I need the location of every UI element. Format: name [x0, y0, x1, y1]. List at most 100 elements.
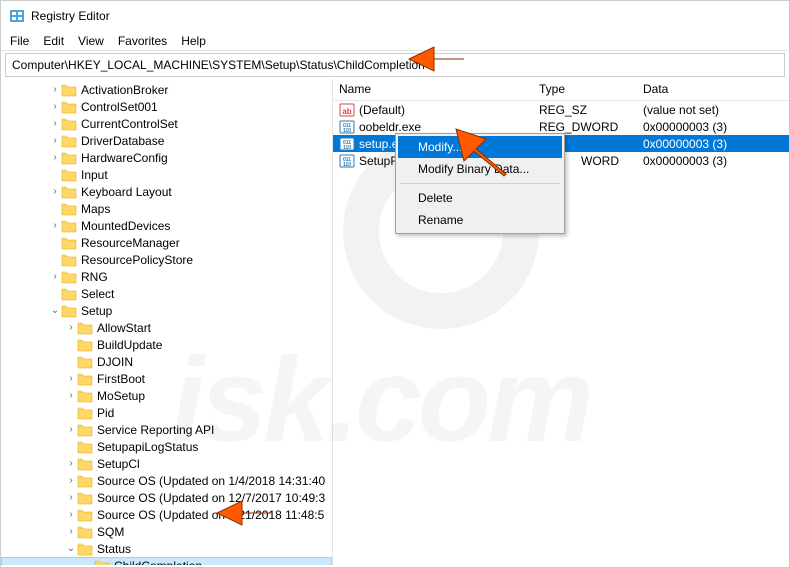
svg-text:ab: ab [342, 107, 351, 116]
folder-icon [77, 372, 93, 386]
annotation-arrow-address [399, 39, 469, 79]
ctx-delete[interactable]: Delete [398, 187, 562, 209]
chevron-right-icon[interactable]: › [49, 271, 61, 282]
tree-item-label: SetupCl [97, 457, 140, 471]
string-value-icon: ab [339, 102, 355, 118]
folder-icon [61, 219, 77, 233]
folder-icon [61, 83, 77, 97]
chevron-right-icon[interactable]: › [49, 135, 61, 146]
folder-icon [61, 151, 77, 165]
chevron-right-icon[interactable]: › [49, 186, 61, 197]
tree-item[interactable]: ›Keyboard Layout [1, 183, 332, 200]
value-name: (Default) [359, 103, 405, 117]
tree-item[interactable]: ›MoSetup [1, 387, 332, 404]
column-data[interactable]: Data [637, 79, 789, 100]
chevron-right-icon[interactable]: › [49, 152, 61, 163]
chevron-right-icon[interactable]: › [65, 322, 77, 333]
tree-item[interactable]: › SetupCl [1, 455, 332, 472]
tree-item-label: Service Reporting API [97, 423, 214, 437]
tree-item[interactable]: ChildCompletion [1, 557, 332, 565]
tree-item[interactable]: Select [1, 285, 332, 302]
value-data: 0x00000003 (3) [637, 154, 789, 168]
chevron-right-icon[interactable]: › [49, 101, 61, 112]
tree-item[interactable]: ResourceManager [1, 234, 332, 251]
svg-text:110: 110 [343, 145, 351, 151]
tree-item-label: Maps [81, 202, 110, 216]
folder-icon [77, 440, 93, 454]
chevron-right-icon[interactable]: › [65, 475, 77, 486]
tree-item[interactable]: ⌄Status [1, 540, 332, 557]
menu-bar: File Edit View Favorites Help [1, 31, 789, 51]
tree-item[interactable]: ⌄ Setup [1, 302, 332, 319]
chevron-right-icon[interactable]: › [65, 509, 77, 520]
tree-item[interactable]: BuildUpdate [1, 336, 332, 353]
title-bar: Registry Editor [1, 1, 789, 31]
column-name[interactable]: Name [333, 79, 533, 100]
tree-item[interactable]: Pid [1, 404, 332, 421]
chevron-right-icon[interactable]: › [65, 526, 77, 537]
registry-tree[interactable]: › ActivationBroker›ControlSet001›CurrentC… [1, 79, 333, 565]
tree-item-label: Setup [81, 304, 112, 318]
app-icon [9, 8, 25, 24]
chevron-right-icon[interactable]: › [65, 424, 77, 435]
chevron-right-icon[interactable]: › [65, 492, 77, 503]
tree-item-label: DriverDatabase [81, 134, 164, 148]
chevron-right-icon[interactable]: › [65, 458, 77, 469]
menu-favorites[interactable]: Favorites [111, 32, 174, 50]
chevron-right-icon[interactable]: › [49, 220, 61, 231]
ctx-rename[interactable]: Rename [398, 209, 562, 231]
tree-item-label: ResourcePolicyStore [81, 253, 193, 267]
tree-item[interactable]: Input [1, 166, 332, 183]
chevron-right-icon[interactable]: › [65, 390, 77, 401]
tree-item[interactable]: ›Source OS (Updated on 12/7/2017 10:49:3 [1, 489, 332, 506]
column-type[interactable]: Type [533, 79, 637, 100]
tree-item[interactable]: ›CurrentControlSet [1, 115, 332, 132]
folder-icon [77, 525, 93, 539]
value-data: 0x00000003 (3) [637, 120, 789, 134]
tree-item[interactable]: › DriverDatabase [1, 132, 332, 149]
menu-help[interactable]: Help [174, 32, 213, 50]
folder-icon [61, 304, 77, 318]
value-type: REG_SZ [533, 103, 637, 117]
value-data: 0x00000003 (3) [637, 137, 789, 151]
tree-item[interactable]: ResourcePolicyStore [1, 251, 332, 268]
tree-item[interactable]: › Service Reporting API [1, 421, 332, 438]
svg-text:110: 110 [343, 162, 351, 168]
tree-item[interactable]: ›AllowStart [1, 319, 332, 336]
folder-icon [61, 117, 77, 131]
menu-view[interactable]: View [71, 32, 111, 50]
tree-item[interactable]: ›Source OS (Updated on 5/21/2018 11:48:5 [1, 506, 332, 523]
list-row[interactable]: ab(Default)REG_SZ(value not set) [333, 101, 789, 118]
tree-item[interactable]: ›MountedDevices [1, 217, 332, 234]
tree-item[interactable]: DJOIN [1, 353, 332, 370]
chevron-down-icon[interactable]: ⌄ [65, 543, 77, 554]
chevron-right-icon[interactable]: › [65, 373, 77, 384]
address-bar[interactable]: Computer\HKEY_LOCAL_MACHINE\SYSTEM\Setup… [5, 53, 785, 77]
annotation-arrow-childcompletion [207, 493, 277, 533]
folder-icon [61, 253, 77, 267]
tree-item[interactable]: ›FirstBoot [1, 370, 332, 387]
tree-item-label: ActivationBroker [81, 83, 168, 97]
tree-item[interactable]: ›ControlSet001 [1, 98, 332, 115]
menu-file[interactable]: File [3, 32, 36, 50]
tree-item[interactable]: Maps [1, 200, 332, 217]
registry-values-list[interactable]: Name Type Data ab(Default)REG_SZ(value n… [333, 79, 789, 565]
value-type: REG_DWORD [533, 120, 637, 134]
chevron-right-icon[interactable]: › [49, 118, 61, 129]
folder-icon [94, 559, 110, 566]
tree-item[interactable]: ›SQM [1, 523, 332, 540]
folder-icon [77, 389, 93, 403]
binary-value-icon: 011110 [339, 136, 355, 152]
tree-item[interactable]: › ActivationBroker [1, 81, 332, 98]
tree-item[interactable]: ›Source OS (Updated on 1/4/2018 14:31:40 [1, 472, 332, 489]
chevron-right-icon[interactable]: › [49, 84, 61, 95]
tree-item-label: BuildUpdate [97, 338, 162, 352]
menu-edit[interactable]: Edit [36, 32, 71, 50]
tree-item[interactable]: ›HardwareConfig [1, 149, 332, 166]
tree-item[interactable]: SetupapiLogStatus [1, 438, 332, 455]
tree-item-label: ResourceManager [81, 236, 180, 250]
folder-icon [61, 287, 77, 301]
chevron-down-icon[interactable]: ⌄ [49, 305, 61, 316]
tree-item[interactable]: ›RNG [1, 268, 332, 285]
svg-text:110: 110 [343, 128, 351, 134]
